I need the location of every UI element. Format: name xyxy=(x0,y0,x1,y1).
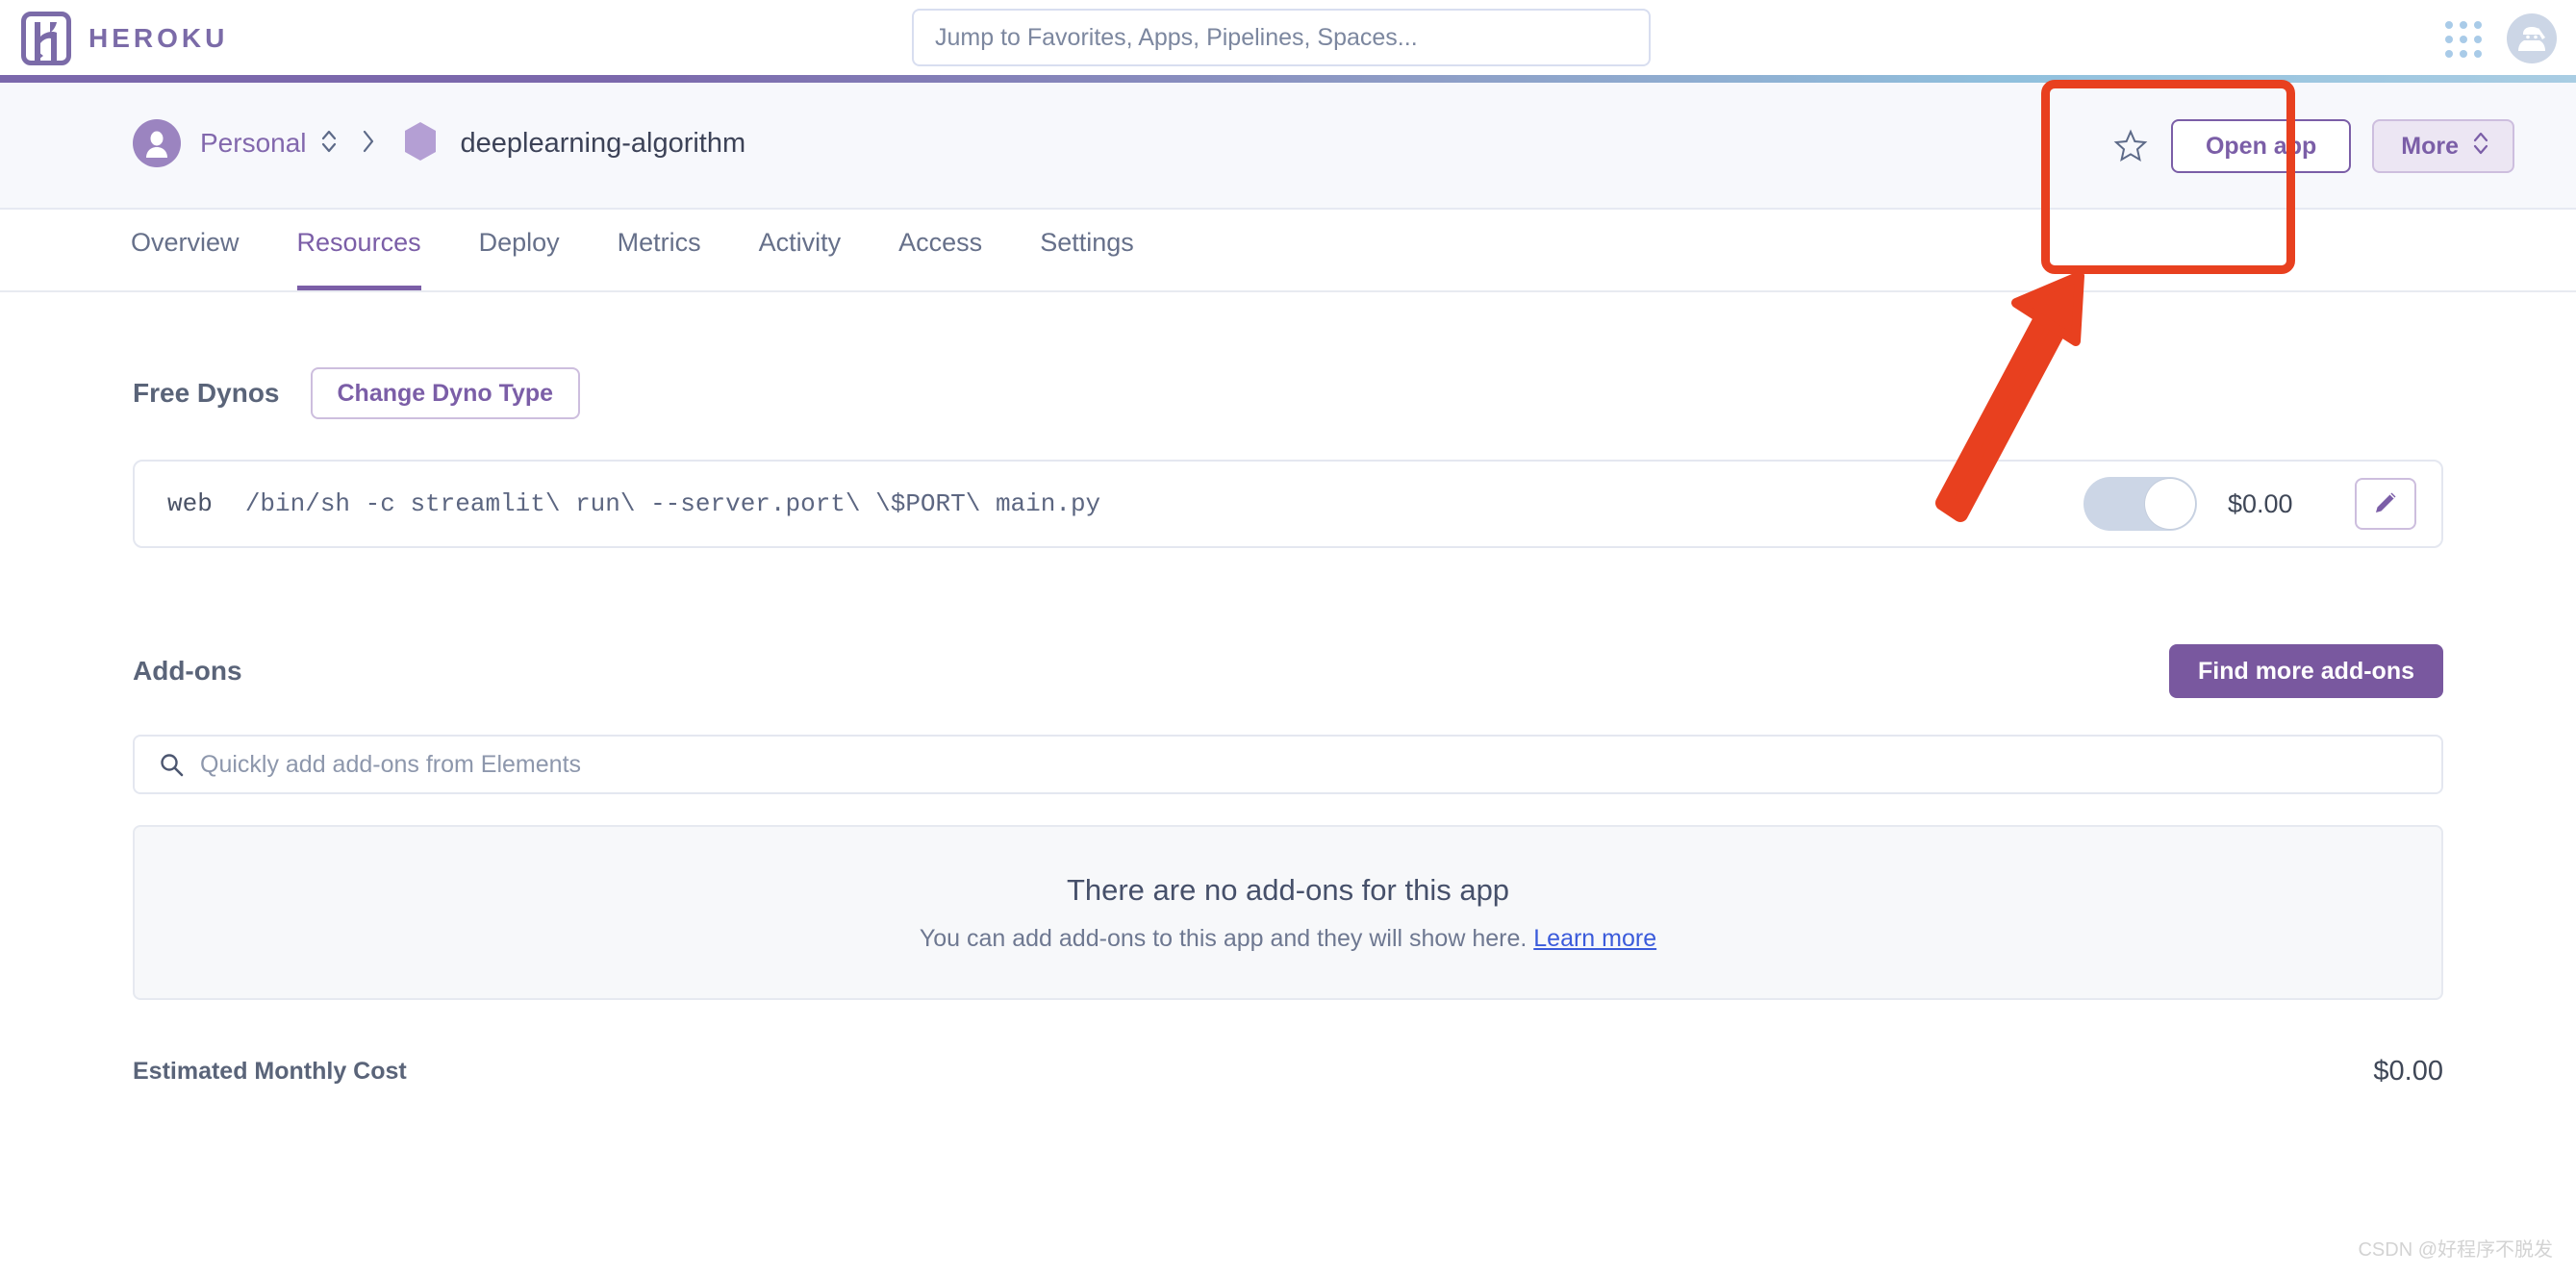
estimated-cost-label: Estimated Monthly Cost xyxy=(133,1058,407,1085)
addons-learn-more-link[interactable]: Learn more xyxy=(1533,925,1656,952)
appbar-actions: Open app More xyxy=(2111,119,2514,173)
chevron-updown-icon[interactable] xyxy=(320,127,338,161)
breadcrumb: Personal deeplearning-algorithm xyxy=(133,119,745,167)
heroku-logo-icon xyxy=(21,12,71,65)
tab-metrics[interactable]: Metrics xyxy=(618,210,701,290)
pencil-edit-icon xyxy=(2372,489,2399,519)
breadcrumb-app-name[interactable]: deeplearning-algorithm xyxy=(461,128,746,160)
heroku-dashboard-page: HEROKU Jump to Favorites, Apps, Pipeline… xyxy=(0,0,2576,1275)
find-more-addons-button[interactable]: Find more add-ons xyxy=(2169,644,2443,698)
global-search-input[interactable] xyxy=(912,9,1651,66)
open-app-button[interactable]: Open app xyxy=(2170,119,2352,173)
dyno-toggle[interactable] xyxy=(2084,477,2197,531)
dyno-row-controls: $0.00 xyxy=(2084,477,2416,531)
dyno-process-type: web xyxy=(167,489,213,518)
free-dynos-header: Free Dynos Change Dyno Type xyxy=(133,367,2576,419)
addons-title: Add-ons xyxy=(133,656,242,686)
header-accent-bar xyxy=(0,75,2576,83)
resources-content: Free Dynos Change Dyno Type web /bin/sh … xyxy=(0,292,2576,1088)
dyno-price: $0.00 xyxy=(2228,488,2293,518)
tab-deploy[interactable]: Deploy xyxy=(479,210,560,290)
dyno-toggle-knob xyxy=(2145,479,2195,529)
breadcrumb-separator-icon xyxy=(361,129,376,159)
free-dynos-title: Free Dynos xyxy=(133,378,280,408)
dyno-row: web /bin/sh -c streamlit\ run\ --server.… xyxy=(133,460,2443,548)
tab-settings[interactable]: Settings xyxy=(1040,210,1134,290)
personal-account-icon xyxy=(133,119,181,167)
addons-empty-subtitle: You can add add-ons to this app and they… xyxy=(920,925,1656,953)
addons-empty-title: There are no add-ons for this app xyxy=(1066,872,1510,907)
chevron-updown-icon xyxy=(2472,130,2489,163)
breadcrumb-owner[interactable]: Personal xyxy=(200,128,307,159)
dyno-command: /bin/sh -c streamlit\ run\ --server.port… xyxy=(244,489,1101,518)
tab-overview[interactable]: Overview xyxy=(131,210,240,290)
tab-access[interactable]: Access xyxy=(898,210,982,290)
brand-name: HEROKU xyxy=(88,23,229,53)
app-context-bar: Personal deeplearning-algorithm Open app… xyxy=(0,83,2576,210)
more-button-label: More xyxy=(2401,132,2459,160)
app-grid-icon[interactable] xyxy=(2443,19,2482,58)
change-dyno-type-button[interactable]: Change Dyno Type xyxy=(310,367,581,419)
addons-empty-state: There are no add-ons for this app You ca… xyxy=(133,825,2443,1000)
addons-search-input[interactable] xyxy=(133,735,2443,794)
header-right-actions xyxy=(2443,0,2557,77)
ninja-avatar-icon[interactable] xyxy=(2507,13,2557,63)
estimated-cost-value: $0.00 xyxy=(2373,1056,2443,1087)
more-button[interactable]: More xyxy=(2372,119,2514,173)
hexagon-app-icon xyxy=(401,120,440,167)
global-header: HEROKU xyxy=(0,0,2576,77)
dyno-edit-button[interactable] xyxy=(2355,478,2416,530)
addons-empty-subtitle-text: You can add add-ons to this app and they… xyxy=(919,924,1528,952)
csdn-watermark: CSDN @好程序不脱发 xyxy=(2358,1239,2553,1261)
tab-resources[interactable]: Resources xyxy=(296,210,421,290)
addons-header: Add-ons Find more add-ons xyxy=(133,644,2443,698)
star-outline-icon[interactable] xyxy=(2111,127,2150,165)
addons-search-wrap xyxy=(133,735,2443,794)
heroku-brand[interactable]: HEROKU xyxy=(21,12,228,65)
tab-activity[interactable]: Activity xyxy=(759,210,842,290)
estimated-monthly-cost-row: Estimated Monthly Cost $0.00 xyxy=(133,1056,2443,1088)
app-tabs: Overview Resources Deploy Metrics Activi… xyxy=(0,210,2576,292)
search-icon xyxy=(158,751,185,783)
